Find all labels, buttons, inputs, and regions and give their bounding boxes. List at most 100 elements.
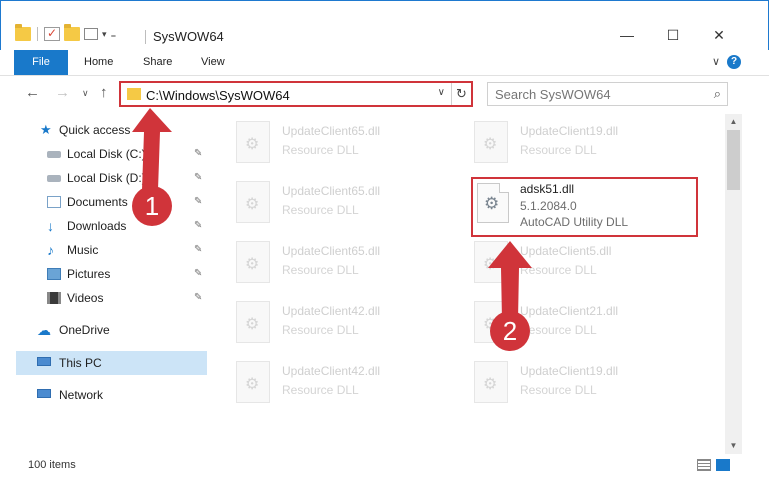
sidebar-item-label: Downloads [67, 219, 127, 233]
address-path[interactable]: C:\Windows\SysWOW64 [146, 88, 290, 103]
file-name: UpdateClient19.dll [520, 124, 619, 138]
properties-icon[interactable] [44, 26, 60, 41]
tab-file[interactable]: File [14, 50, 68, 75]
item-count: 100 items [28, 459, 76, 471]
drive-icon [47, 175, 61, 182]
file-item[interactable]: UpdateClient65.dll Resource DLL [236, 121, 466, 165]
large-icons-view-icon[interactable] [716, 459, 730, 471]
window-title: SysWOW64 [153, 29, 224, 44]
details-view-icon[interactable] [697, 459, 711, 471]
tab-view[interactable]: View [201, 50, 225, 75]
close-button[interactable]: ✕ [709, 27, 729, 43]
dll-file-icon [474, 241, 508, 283]
file-type: Resource DLL [520, 143, 597, 157]
file-item[interactable]: UpdateClient65.dll Resource DLL [236, 241, 466, 285]
file-type: Resource DLL [520, 323, 597, 337]
file-type: Resource DLL [520, 383, 597, 397]
pin-icon[interactable]: ✎ [194, 191, 202, 213]
maximize-button[interactable]: ☐ [663, 27, 683, 43]
sidebar-item-documents[interactable]: Documents ✎ [47, 191, 207, 213]
sidebar-item-pictures[interactable]: Pictures ✎ [47, 263, 207, 285]
dll-file-icon [236, 301, 270, 343]
divider [145, 30, 146, 44]
highlighted-file-item[interactable]: adsk51.dll 5.1.2084.0 AutoCAD Utility DL… [471, 177, 698, 237]
download-icon: ↓ [47, 218, 54, 234]
recent-locations-icon[interactable]: ∨ [82, 88, 89, 99]
folder-icon[interactable] [15, 24, 31, 41]
drive-icon [47, 151, 61, 158]
ribbon-collapse-icon[interactable]: ∨ [712, 55, 720, 68]
dll-file-icon [236, 121, 270, 163]
dll-file-icon [236, 361, 270, 403]
file-item[interactable]: UpdateClient65.dll Resource DLL [236, 181, 466, 225]
music-icon: ♪ [47, 242, 54, 258]
file-item[interactable]: UpdateClient42.dll Resource DLL [236, 301, 466, 345]
search-input[interactable] [495, 84, 705, 104]
file-name: UpdateClient21.dll [520, 304, 619, 318]
pin-icon[interactable]: ✎ [194, 239, 202, 261]
new-folder-icon[interactable] [64, 24, 80, 41]
pin-icon[interactable]: ✎ [194, 167, 202, 189]
sidebar-item-local-disk-c[interactable]: Local Disk (C:) ✎ [47, 143, 207, 165]
file-item[interactable]: UpdateClient19.dll Resource DLL [474, 361, 704, 405]
file-type: Resource DLL [282, 203, 359, 217]
sidebar-item-label: Local Disk (C:) [67, 147, 146, 161]
toolbar-more-icon[interactable]: ₌ [111, 28, 117, 41]
sidebar-item-label: Quick access [59, 123, 131, 137]
help-icon[interactable]: ? [727, 55, 741, 69]
document-icon [47, 196, 61, 208]
sidebar-item-label: Music [67, 243, 99, 257]
video-icon [47, 292, 61, 304]
file-version: 5.1.2084.0 [520, 199, 577, 213]
file-name: UpdateClient65.dll [282, 124, 381, 138]
forward-button[interactable]: → [55, 84, 70, 101]
search-icon[interactable]: ⌕ [714, 86, 721, 102]
pin-icon[interactable]: ✎ [194, 287, 202, 309]
dll-file-icon [474, 121, 508, 163]
customize-toolbar-icon[interactable] [84, 28, 98, 40]
file-type: Resource DLL [520, 263, 597, 277]
sidebar-item-videos[interactable]: Videos ✎ [47, 287, 207, 309]
pin-icon[interactable]: ✎ [194, 263, 202, 285]
file-item[interactable]: UpdateClient42.dll Resource DLL [236, 361, 466, 405]
vertical-scrollbar[interactable]: ▲ ▼ [725, 114, 742, 454]
file-type: Resource DLL [282, 263, 359, 277]
address-dropdown-icon[interactable]: ∨ [438, 87, 445, 98]
computer-icon [37, 357, 51, 366]
file-name: UpdateClient42.dll [282, 304, 381, 318]
minimize-button[interactable]: — [617, 27, 637, 43]
back-button[interactable]: ← [25, 84, 40, 101]
refresh-button[interactable]: ↻ [451, 83, 471, 105]
file-type: Resource DLL [282, 383, 359, 397]
file-type: Resource DLL [282, 143, 359, 157]
quick-access-toolbar: ▾ ₌ [15, 24, 117, 41]
file-item[interactable]: UpdateClient19.dll Resource DLL [474, 121, 704, 165]
tab-home[interactable]: Home [84, 50, 113, 75]
file-name: UpdateClient42.dll [282, 364, 381, 378]
address-bar[interactable]: C:\Windows\SysWOW64 ∨ ↻ [119, 81, 473, 107]
sidebar-item-label: Pictures [67, 267, 111, 281]
file-item[interactable]: UpdateClient5.dll Resource DLL [474, 241, 704, 285]
sidebar-item-label: This PC [59, 356, 102, 370]
cloud-icon: ☁ [37, 322, 51, 338]
up-button[interactable]: ↑ [100, 84, 108, 101]
sidebar-item-local-disk-d[interactable]: Local Disk (D:) ✎ [47, 167, 207, 189]
search-box[interactable]: ⌕ [487, 82, 728, 106]
dll-file-icon [236, 241, 270, 283]
sidebar-item-label: Network [59, 388, 104, 402]
sidebar-item-downloads[interactable]: ↓ Downloads ✎ [47, 215, 207, 237]
scroll-down-icon[interactable]: ▼ [725, 438, 742, 454]
dll-file-icon [474, 361, 508, 403]
tab-share[interactable]: Share [143, 50, 172, 75]
toolbar-dropdown-icon[interactable]: ▾ [102, 29, 107, 40]
pin-icon[interactable]: ✎ [194, 215, 202, 237]
sidebar-item-music[interactable]: ♪ Music ✎ [47, 239, 207, 261]
file-description: AutoCAD Utility DLL [520, 215, 629, 229]
sidebar-item-label: Videos [67, 291, 104, 305]
scroll-up-icon[interactable]: ▲ [725, 114, 742, 130]
scroll-thumb[interactable] [727, 130, 740, 190]
file-type: Resource DLL [282, 323, 359, 337]
pin-icon[interactable]: ✎ [194, 143, 202, 165]
step-marker-1: 1 [132, 186, 172, 226]
file-name: UpdateClient5.dll [520, 244, 612, 258]
